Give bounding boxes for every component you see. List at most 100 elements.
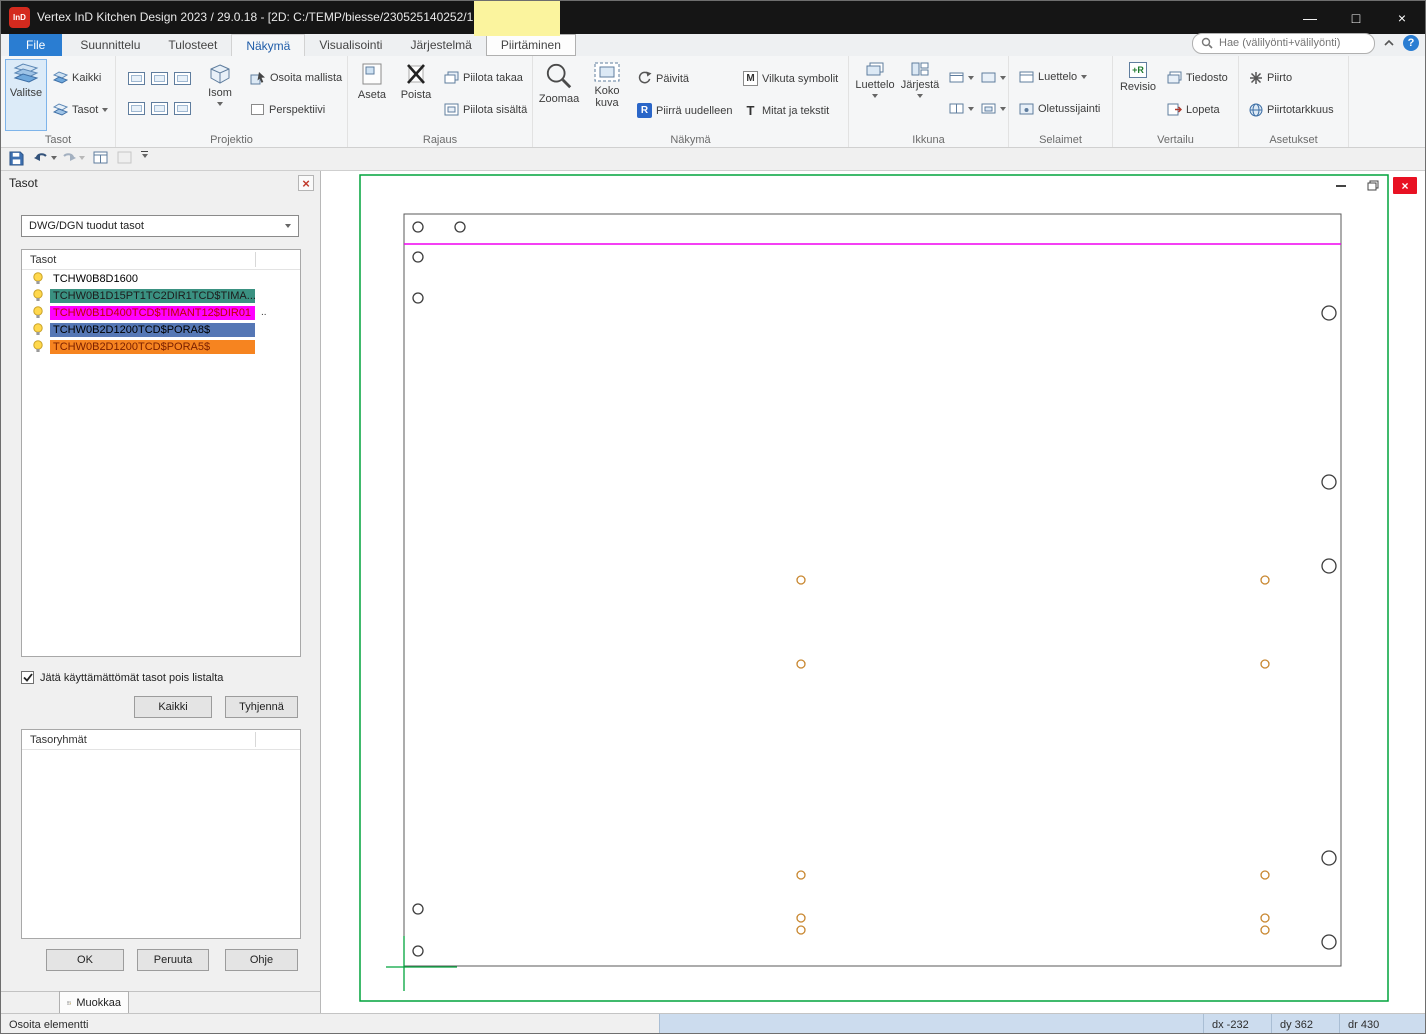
group-label-projektio: Projektio (116, 134, 347, 146)
group-label-ikkuna: Ikkuna (849, 134, 1008, 146)
help-icon[interactable]: ? (1403, 35, 1419, 51)
minimize-button[interactable]: — (1287, 1, 1333, 34)
vilkuta-symbolit-label: Vilkuta symbolit (762, 73, 838, 85)
tab-suunnittelu[interactable]: Suunnittelu (66, 34, 154, 56)
piirto-button[interactable]: Piirto (1245, 68, 1296, 88)
oletussijainti-button[interactable]: Oletussijainti (1015, 100, 1104, 118)
poista-button[interactable]: Poista (396, 59, 436, 131)
zoomaa-button[interactable]: Zoomaa (537, 59, 581, 131)
viewport-icon[interactable] (151, 72, 168, 85)
layers-list-header: Tasot (22, 250, 300, 270)
piilota-takaa-button[interactable]: Piilota takaa (440, 68, 527, 87)
window-list-icon (866, 62, 884, 76)
layer-groups-listbox[interactable]: Tasoryhmät (21, 729, 301, 939)
window-tool-dropdown[interactable] (945, 69, 978, 86)
ok-button[interactable]: OK (46, 949, 124, 971)
ikkuna-luettelo-dropdown[interactable]: Luettelo (853, 59, 897, 131)
ohje-button[interactable]: Ohje (225, 949, 298, 971)
window-tool-dropdown[interactable] (977, 69, 1010, 86)
window-grid-button[interactable] (93, 151, 108, 164)
osoita-mallista-button[interactable]: Osoita mallista (246, 68, 346, 88)
chevron-down-icon (872, 94, 878, 98)
document-restore-button[interactable] (1361, 177, 1385, 194)
tiedosto-button[interactable]: Tiedosto (1163, 68, 1232, 87)
viewport-icon[interactable] (174, 102, 191, 115)
redo-button[interactable] (61, 151, 85, 164)
collapse-ribbon-icon[interactable] (1383, 39, 1395, 47)
maximize-button[interactable]: □ (1333, 1, 1379, 34)
window-grid-icon (93, 151, 108, 164)
layer-row[interactable]: TCHW0B1D15PT1TC2DIR1TCD$TIMA... (22, 287, 300, 304)
layers-listbox[interactable]: Tasot TCHW0B8D1600 TCHW0B1D15PT1TC2DIR1T… (21, 249, 301, 657)
viewport-icon[interactable] (128, 102, 145, 115)
tasot-dropdown[interactable]: Tasot (49, 100, 112, 119)
layer-source-select[interactable]: DWG/DGN tuodut tasot (21, 215, 299, 237)
tab-piirtaminen[interactable]: Piirtäminen (486, 34, 576, 56)
peruuta-button[interactable]: Peruuta (137, 949, 209, 971)
koko-kuva-button[interactable]: Koko kuva (585, 59, 629, 131)
viewport-buttons-row1 (124, 69, 195, 88)
window-controls: — □ × (1287, 1, 1425, 34)
document-close-button[interactable]: × (1393, 177, 1417, 194)
save-button[interactable] (9, 151, 24, 166)
lopeta-button[interactable]: Lopeta (1163, 100, 1224, 119)
chevron-down-icon (1000, 76, 1006, 80)
globe-icon (1249, 103, 1263, 117)
window-tool-dropdown[interactable] (945, 100, 978, 117)
tab-jarjestelma[interactable]: Järjestelmä (396, 34, 485, 56)
chevron-down-icon (968, 107, 974, 111)
kaikki-panel-button[interactable]: Kaikki (134, 696, 212, 718)
muokkaa-tab[interactable]: Muokkaa (59, 991, 129, 1013)
viewport-icon[interactable] (128, 72, 145, 85)
paivita-button[interactable]: Päivitä (633, 68, 693, 89)
piilota-sisalta-label: Piilota sisältä (463, 104, 527, 116)
search-input[interactable] (1219, 37, 1364, 49)
piirra-uudelleen-button[interactable]: R Piirrä uudelleen (633, 100, 736, 121)
unused-layers-checkbox[interactable] (21, 671, 34, 684)
kaikki-button[interactable]: Kaikki (49, 68, 105, 87)
perspektiivi-button[interactable]: Perspektiivi (246, 100, 329, 119)
toolbar-overflow-button[interactable] (141, 151, 148, 158)
window-tool-dropdown[interactable] (977, 100, 1010, 117)
layer-row[interactable]: TCHW0B2D1200TCD$PORA5$ (22, 338, 300, 355)
piirtotarkkuus-button[interactable]: Piirtotarkkuus (1245, 100, 1338, 120)
valitse-button[interactable]: Valitse (5, 59, 47, 131)
close-button[interactable]: × (1379, 1, 1425, 34)
document-minimize-button[interactable] (1329, 177, 1353, 194)
unused-layers-label: Jätä käyttämättömät tasot pois listalta (40, 672, 223, 684)
viewport-icon[interactable] (174, 72, 191, 85)
status-dr: dr 430 (1339, 1014, 1425, 1034)
tyhjenna-button[interactable]: Tyhjennä (225, 696, 298, 718)
isom-dropdown[interactable]: Isom (200, 61, 240, 129)
tab-visualisointi[interactable]: Visualisointi (305, 34, 396, 56)
layer-row[interactable]: TCHW0B8D1600 (22, 270, 300, 287)
layers-icon (13, 62, 39, 84)
status-dx: dx -232 (1203, 1014, 1271, 1034)
layer-name: TCHW0B2D1200TCD$PORA8$ (50, 323, 255, 337)
selaimet-luettelo-dropdown[interactable]: Luettelo (1015, 68, 1091, 86)
drawing-canvas[interactable]: × (321, 171, 1426, 1013)
layer-row[interactable]: TCHW0B2D1200TCD$PORA8$ (22, 321, 300, 338)
viewport-icon[interactable] (151, 102, 168, 115)
tab-nakyma[interactable]: Näkymä (231, 34, 305, 56)
aseta-button[interactable]: Aseta (352, 59, 392, 131)
bulb-icon (32, 289, 44, 302)
mitat-ja-tekstit-button[interactable]: T Mitat ja tekstit (739, 100, 833, 121)
tab-tulosteet[interactable]: Tulosteet (154, 34, 231, 56)
status-spacer (659, 1014, 1203, 1034)
secondary-tool-button[interactable] (117, 151, 132, 164)
search-cluster: ? (1192, 32, 1419, 54)
search-box[interactable] (1192, 33, 1375, 54)
vilkuta-symbolit-button[interactable]: M Vilkuta symbolit (739, 68, 842, 89)
jarjesta-dropdown[interactable]: Järjestä (899, 59, 941, 131)
ribbon-group-rajaus: Aseta Poista Piilota takaa (348, 56, 533, 147)
revisio-button[interactable]: +R Revisio (1117, 59, 1159, 131)
piilota-sisalta-button[interactable]: Piilota sisältä (440, 100, 531, 119)
perspektiivi-label: Perspektiivi (269, 104, 325, 116)
undo-button[interactable] (33, 151, 57, 164)
panel-close-icon[interactable]: × (298, 175, 314, 191)
chevron-down-icon (968, 76, 974, 80)
check-icon (23, 673, 33, 682)
layer-row[interactable]: TCHW0B1D400TCD$TIMANT12$DIR01 .. (22, 304, 300, 321)
tab-file[interactable]: File (9, 34, 62, 56)
